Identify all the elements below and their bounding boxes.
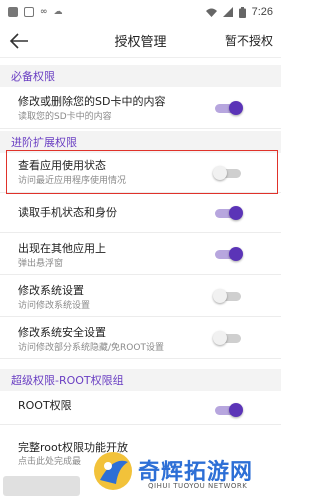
status-bar-right: 7:26	[205, 6, 273, 18]
permission-row-system-settings[interactable]: 修改系统设置 访问修改系统设置	[0, 275, 281, 317]
permission-subtitle: 访问修改系统设置	[18, 301, 91, 311]
link-icon: ∞	[40, 7, 48, 17]
permission-row-sd-card[interactable]: 修改或删除您的SD卡中的内容 读取您的SD卡中的内容	[0, 87, 281, 129]
section-header-advanced: 进阶扩展权限	[0, 131, 281, 153]
permission-subtitle: 点击此处完成最	[18, 457, 82, 467]
status-bar: ∞ ☁ 7:26	[0, 0, 281, 24]
permission-row-phone-state[interactable]: 读取手机状态和身份	[0, 193, 281, 233]
app-bar: 授权管理 暂不授权	[0, 24, 281, 58]
permission-title: 修改系统安全设置	[18, 326, 106, 339]
permission-title: 出现在其他应用上	[18, 242, 106, 255]
signal-icon	[222, 7, 233, 17]
section-header-required: 必备权限	[0, 65, 281, 87]
permission-title: ROOT权限	[18, 399, 72, 412]
toggle-switch-sd-card[interactable]	[213, 101, 243, 115]
permission-subtitle: 弹出悬浮窗	[18, 259, 64, 269]
wifi-icon	[205, 8, 217, 17]
permission-title: 读取手机状态和身份	[18, 206, 117, 219]
status-bar-left: ∞ ☁	[8, 7, 63, 17]
app-icon	[8, 7, 18, 17]
toggle-switch-usage-stats[interactable]	[213, 166, 243, 180]
toggle-switch-system-settings[interactable]	[213, 289, 243, 303]
toggle-switch-secure-settings[interactable]	[213, 331, 243, 345]
permission-row-secure-settings[interactable]: 修改系统安全设置 访问修改部分系统隐藏/免ROOT设置	[0, 317, 281, 359]
permission-row-overlay[interactable]: 出现在其他应用上 弹出悬浮窗	[0, 233, 281, 275]
toast	[3, 476, 80, 496]
toggle-switch-overlay[interactable]	[213, 247, 243, 261]
permission-row-usage-stats[interactable]: 查看应用使用状态 访问最近应用程序使用情况	[0, 153, 281, 193]
skip-authorization-button[interactable]: 暂不授权	[225, 32, 273, 49]
cloud-icon: ☁	[53, 7, 63, 17]
permission-title: 完整root权限功能开放	[18, 441, 129, 454]
arrow-left-icon[interactable]	[8, 32, 30, 50]
toggle-switch-root[interactable]	[213, 403, 243, 417]
permission-subtitle: 访问最近应用程序使用情况	[18, 176, 127, 186]
permission-subtitle: 读取您的SD卡中的内容	[18, 112, 112, 122]
permission-title: 查看应用使用状态	[18, 159, 106, 172]
status-time: 7:26	[251, 6, 273, 18]
permission-row-root[interactable]: ROOT权限	[0, 391, 281, 425]
permission-title: 修改或删除您的SD卡中的内容	[18, 95, 166, 108]
toggle-switch-phone-state[interactable]	[213, 206, 243, 220]
notification-icon	[24, 7, 34, 17]
battery-icon	[238, 6, 246, 18]
section-header-root: 超级权限-ROOT权限组	[0, 369, 281, 391]
permission-subtitle: 访问修改部分系统隐藏/免ROOT设置	[18, 343, 164, 353]
permission-title: 修改系统设置	[18, 284, 84, 297]
